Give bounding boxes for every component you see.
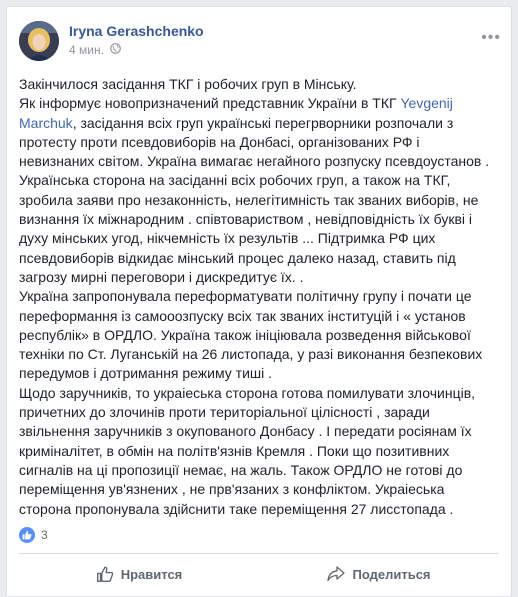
post-text-line: сторона пропонувала здійснити таке перем… <box>19 500 495 519</box>
post-text-line: невизнаних світом. Україна вимагає негай… <box>19 152 495 171</box>
post-text-segment: причетних до злочинів проти територіальн… <box>19 404 430 421</box>
post-text-segment: , засідання всіх груп українські перегрв… <box>72 114 454 131</box>
post-text-line: техніки по Ст. Луганській на 26 листопад… <box>19 345 495 364</box>
share-button[interactable]: Поделиться <box>259 555 499 593</box>
post-text-segment: криміналітет, в обмін на політв'язнів Кр… <box>19 442 450 459</box>
post-text-segment: Щодо заручників, то украіеська сторона г… <box>19 384 476 401</box>
like-reaction-icon <box>19 527 35 543</box>
post-card: Iryna Gerashchenko 4 мин. ••• Закінчилос… <box>6 6 512 597</box>
thumbs-up-icon <box>96 566 113 582</box>
post-text-segment: визнання їх міжнародним . співтовариство… <box>19 211 473 228</box>
post-text-segment: псевдовиборів відкидає мінський процес д… <box>19 249 456 266</box>
post-text-line: переміщення ув'язнених , не прв'язаних з… <box>19 480 495 499</box>
reaction-count: 3 <box>41 528 48 542</box>
author-name[interactable]: Iryna Gerashchenko <box>69 23 204 39</box>
post-text-line: переформання із самооозпуску всіх так зв… <box>19 307 495 326</box>
post-text-segment: техніки по Ст. Луганській на 26 листопад… <box>19 346 483 363</box>
post-text-line: Україна запропонувала переформатувати по… <box>19 287 495 306</box>
post-text-segment: Як інформує новопризначений представник … <box>19 95 401 112</box>
post-text-segment: переміщення ув'язнених , не прв'язаних з… <box>19 481 445 498</box>
post-text: Закінчилося засідання ТКГ і робочих груп… <box>19 75 495 519</box>
post-text-line: криміналітет, в обмін на політв'язнів Кр… <box>19 442 495 461</box>
divider <box>19 553 499 554</box>
post-text-line: передумов і дотримання режиму тиші . <box>19 364 495 383</box>
mention-link[interactable]: Yevgenij <box>400 95 452 111</box>
post-text-segment: духу мінських угод, нікчемність їх резул… <box>19 230 436 247</box>
post-text-line: зробила заяви про незаконність, нелегіти… <box>19 191 495 210</box>
post-text-segment: сигналів на ці пропозиції немає, на жаль… <box>19 461 463 478</box>
post-text-segment: зробила заяви про незаконність, нелегіти… <box>19 191 479 208</box>
share-icon <box>327 566 346 582</box>
reactions-summary[interactable]: 3 <box>19 527 48 543</box>
post-text-segment: звільнення заручників з окупованого Донб… <box>19 423 472 440</box>
post-text-segment: сторона пропонувала здійснити таке перем… <box>19 500 454 517</box>
post-text-segment: протесту проти псевдовиборів на Донбасі,… <box>19 133 420 150</box>
share-label: Поделиться <box>352 566 431 582</box>
post-text-segment: Закінчилося засідання ТКГ і робочих груп… <box>19 76 357 92</box>
like-label: Нравится <box>120 566 183 582</box>
post-text-segment: загрозу мирні переговори і дискредитує ї… <box>19 268 304 285</box>
post-text-segment: передумов і дотримання режиму тиші . <box>19 365 273 382</box>
author-avatar[interactable] <box>19 21 59 61</box>
more-options-icon[interactable]: ••• <box>481 29 501 47</box>
post-text-line: причетних до злочинів проти територіальн… <box>19 403 495 422</box>
post-text-line: Українська сторона на засіданні всіх роб… <box>19 171 495 190</box>
post-header: Iryna Gerashchenko 4 мин. ••• <box>19 21 501 65</box>
post-actions: Нравится Поделиться <box>19 555 499 593</box>
post-text-line: духу мінських угод, нікчемність їх резул… <box>19 229 495 248</box>
post-text-segment: Україна запропонувала переформатувати по… <box>19 288 472 305</box>
post-text-line: Щодо заручників, то украіеська сторона г… <box>19 384 495 403</box>
post-time[interactable]: 4 мин. <box>69 43 104 57</box>
post-text-segment: переформання із самооозпуску всіх так зв… <box>19 307 466 324</box>
globe-icon <box>110 43 121 57</box>
post-text-segment: Українська сторона на засіданні всіх роб… <box>19 172 451 189</box>
post-text-line: Як інформує новопризначений представник … <box>19 94 495 113</box>
post-text-line: республік» в ОРДЛО. Україна також ініцію… <box>19 326 495 345</box>
post-text-line: загрозу мирні переговори і дискредитує ї… <box>19 268 495 287</box>
post-text-line: Marchuk, засідання всіх груп українські … <box>19 114 495 133</box>
post-text-segment: невизнаних світом. Україна вимагає негай… <box>19 153 490 170</box>
post-text-line: протесту проти псевдовиборів на Донбасі,… <box>19 133 495 152</box>
mention-link[interactable]: Marchuk <box>19 115 73 131</box>
post-text-line: псевдовиборів відкидає мінський процес д… <box>19 249 495 268</box>
like-button[interactable]: Нравится <box>19 555 259 593</box>
post-text-segment: республік» в ОРДЛО. Україна також ініцію… <box>19 326 471 343</box>
post-text-line: визнання їх міжнародним . співтовариство… <box>19 210 495 229</box>
post-text-line: Закінчилося засідання ТКГ і робочих груп… <box>19 75 495 94</box>
post-text-line: сигналів на ці пропозиції немає, на жаль… <box>19 461 495 480</box>
post-text-line: звільнення заручників з окупованого Донб… <box>19 422 495 441</box>
post-meta: 4 мин. <box>69 43 121 57</box>
